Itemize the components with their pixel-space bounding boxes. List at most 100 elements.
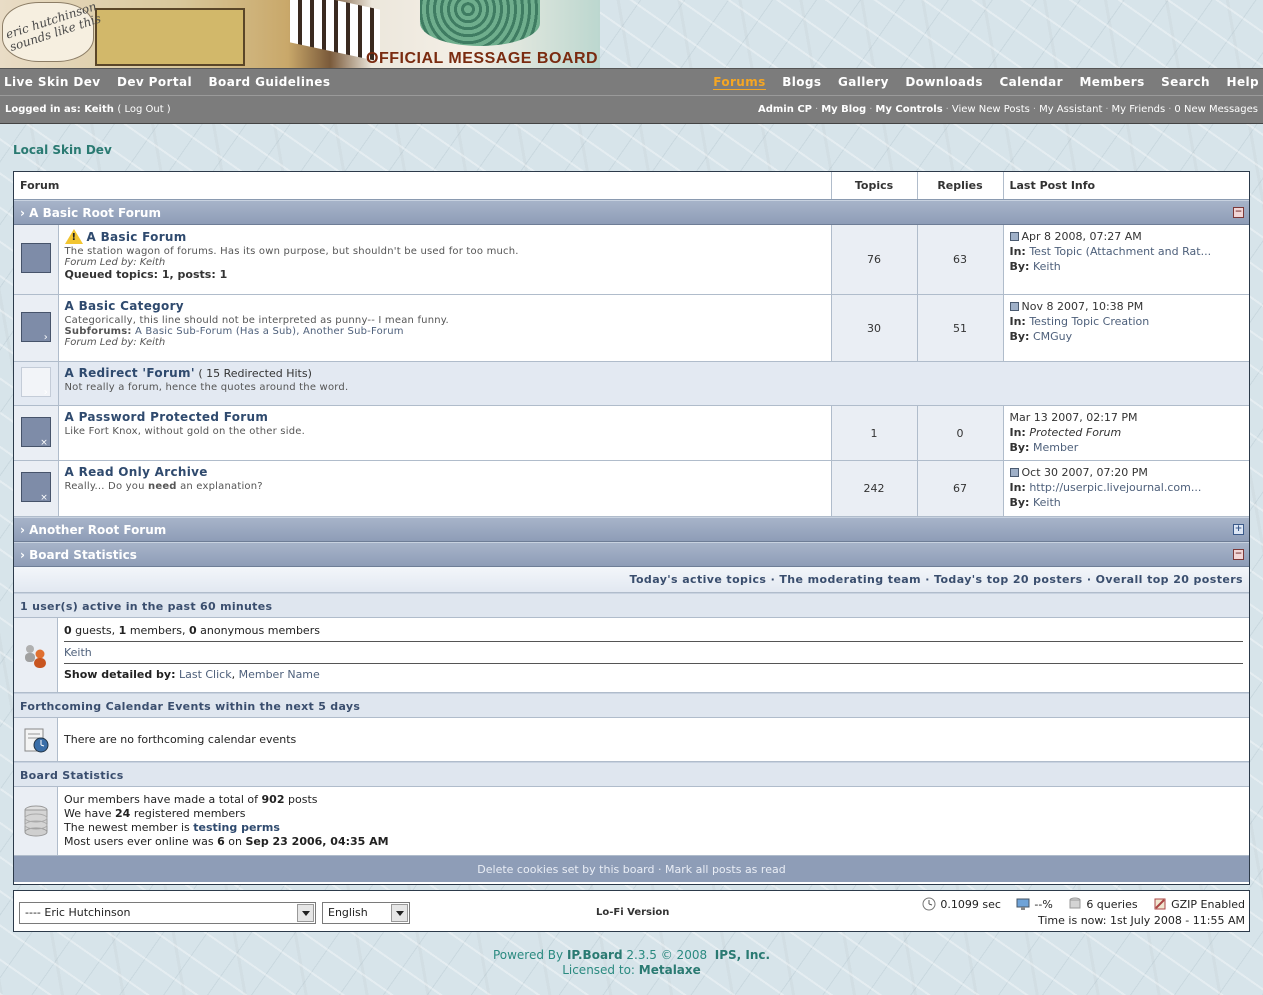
nav-link-dev-portal[interactable]: Dev Portal (117, 75, 192, 89)
forum-title-link[interactable]: A Password Protected Forum (65, 410, 825, 424)
forum-title-link[interactable]: A Read Only Archive (65, 465, 825, 479)
skin-select[interactable]: ---- Eric Hutchinson (19, 902, 316, 924)
category-header-board-stats[interactable]: › Board Statistics − (14, 542, 1249, 567)
breadcrumb[interactable]: Local Skin Dev (13, 143, 112, 157)
my-friends-link[interactable]: My Friends (1112, 104, 1166, 115)
chevron-down-icon[interactable] (297, 904, 314, 922)
last-post-topic-link[interactable]: Test Topic (Attachment and Rat... (1029, 245, 1211, 258)
licensee: Metalaxe (638, 963, 701, 977)
last-post-icon[interactable] (1009, 302, 1019, 311)
board-stats-heading: Board Statistics (14, 762, 1249, 787)
last-post-author-link[interactable]: Member (1033, 441, 1078, 454)
active-users-counts: 0 guests, 1 members, 0 anonymous members (64, 624, 320, 637)
board-stats-body: Our members have made a total of 902 pos… (14, 787, 1249, 856)
last-post-date: Nov 8 2007, 10:38 PM (1021, 300, 1144, 313)
category-header-another-root[interactable]: › Another Root Forum + (14, 517, 1249, 542)
nav-link-downloads[interactable]: Downloads (905, 75, 983, 89)
last-post-author-link[interactable]: CMGuy (1033, 330, 1072, 343)
lofi-version-link[interactable]: Lo-Fi Version (596, 907, 669, 918)
in-label: In: (1009, 244, 1026, 258)
sort-last-click-link[interactable]: Last Click (179, 668, 232, 681)
forum-description: The station wagon of forums. Has its own… (64, 245, 519, 257)
sort-member-name-link[interactable]: Member Name (239, 668, 320, 681)
forum-title-link[interactable]: A Basic Forum (87, 230, 187, 244)
members-total: We have 24 registered members (64, 807, 246, 820)
username-link[interactable]: Keith (84, 104, 114, 115)
collapse-icon[interactable]: − (1233, 549, 1244, 560)
newest-member-link[interactable]: testing perms (193, 821, 280, 834)
forum-board: Forum Topics Replies Last Post Info › A … (13, 171, 1250, 885)
last-post-info: Oct 30 2007, 07:20 PM In: http://userpic… (1002, 460, 1249, 517)
performance-info: 0.1099 sec --% 6 queries GZIP Enabled Ti… (910, 897, 1245, 927)
my-assistant-link[interactable]: My Assistant (1039, 104, 1102, 115)
category-title: › A Basic Root Forum (20, 205, 161, 220)
language-select[interactable]: English (322, 902, 410, 924)
topics-count: 1 (830, 405, 917, 461)
stats-links[interactable]: Today's active topics · The moderating t… (14, 567, 1249, 593)
last-post-topic-link[interactable]: http://userpic.livejournal.com... (1029, 481, 1201, 494)
powered-by: Powered By IP.Board 2.3.5 © 2008 IPS, In… (492, 948, 771, 977)
collapse-icon[interactable]: − (1233, 206, 1244, 218)
logout-link[interactable]: ( Log Out ) (117, 104, 170, 115)
board-stats-text: Our members have made a total of 902 pos… (58, 787, 1249, 855)
forum-info: A Basic Forum The station wagon of forum… (58, 224, 831, 295)
nav-link-search[interactable]: Search (1161, 75, 1210, 89)
new-messages-link[interactable]: 0 New Messages (1174, 104, 1258, 115)
banner-ornament (420, 0, 540, 46)
forum-info: A Password Protected Forum Like Fort Kno… (58, 405, 831, 461)
my-blog-link[interactable]: My Blog (821, 104, 866, 115)
last-post-info: Nov 8 2007, 10:38 PM In: Testing Topic C… (1002, 294, 1249, 362)
most-online: Most users ever online was 6 on Sep 23 2… (64, 835, 389, 848)
ips-link[interactable]: IPS, Inc. (715, 948, 770, 962)
nav-link-help[interactable]: Help (1227, 75, 1260, 89)
category-header-basic-root[interactable]: › A Basic Root Forum − (14, 199, 1249, 225)
queued-count: Queued topics: 1, posts: 1 (64, 267, 228, 281)
nav-link-calendar[interactable]: Calendar (999, 75, 1063, 89)
banner: eric hutchinson sounds like this OFFICIA… (0, 0, 1263, 68)
by-label: By: (1009, 259, 1030, 273)
nav-primary-row: Live Skin Dev Dev Portal Board Guideline… (0, 69, 1263, 96)
my-controls-link[interactable]: My Controls (875, 104, 942, 115)
query-count: 6 queries (1068, 897, 1138, 911)
forum-list: A Basic Forum The station wagon of forum… (14, 224, 1249, 517)
last-post-author-link[interactable]: Keith (1033, 496, 1061, 509)
chevron-down-icon[interactable] (391, 904, 408, 922)
board-footer-links[interactable]: Delete cookies set by this board · Mark … (14, 856, 1249, 882)
nav-right-links: Forums Blogs Gallery Downloads Calendar … (700, 75, 1260, 90)
nav-link-forums[interactable]: Forums (713, 75, 766, 90)
last-post-icon[interactable] (1009, 231, 1019, 241)
active-user-link[interactable]: Keith (64, 646, 92, 659)
nav-link-gallery[interactable]: Gallery (838, 75, 889, 89)
last-post-author-link[interactable]: Keith (1033, 260, 1061, 273)
ipboard-link[interactable]: IP.Board (567, 948, 623, 962)
gzip-icon (1154, 898, 1166, 910)
forum-table-header: Forum Topics Replies Last Post Info (14, 172, 1249, 200)
nav-link-blogs[interactable]: Blogs (782, 75, 821, 89)
nav-user-row: Logged in as: Keith ( Log Out ) Admin CP… (0, 97, 1263, 124)
forum-moderator: Forum Led by: Keith (64, 256, 166, 268)
forum-readonly-icon (20, 472, 51, 503)
expand-icon[interactable]: + (1233, 524, 1244, 535)
last-post-info: Mar 13 2007, 02:17 PM In: Protected Foru… (1002, 405, 1249, 461)
login-status: Logged in as: Keith ( Log Out ) (5, 104, 171, 115)
nav-link-board-guidelines[interactable]: Board Guidelines (209, 75, 331, 89)
last-post-icon[interactable] (1009, 468, 1019, 477)
skin-select-value: ---- Eric Hutchinson (25, 906, 131, 919)
nav-link-members[interactable]: Members (1079, 75, 1144, 89)
forum-title-link[interactable]: A Redirect 'Forum' (65, 366, 195, 380)
execution-time: 0.1099 sec (922, 897, 1001, 911)
subforum-links[interactable]: A Basic Sub-Forum (Has a Sub), Another S… (135, 326, 404, 337)
divider (64, 663, 1243, 664)
last-post-topic-link[interactable]: Testing Topic Creation (1029, 315, 1149, 328)
view-new-posts-link[interactable]: View New Posts (952, 104, 1030, 115)
replies-count: 63 (916, 224, 1003, 295)
nav-left-links: Live Skin Dev Dev Portal Board Guideline… (4, 75, 343, 89)
admin-cp-link[interactable]: Admin CP (758, 104, 812, 115)
topics-count: 242 (830, 460, 917, 517)
redirect-hits: ( 15 Redirected Hits) (198, 367, 312, 380)
forum-title-link[interactable]: A Basic Category (65, 299, 825, 313)
newest-member: The newest member is testing perms (64, 821, 280, 834)
topics-count: 30 (830, 294, 917, 362)
nav-link-live-skin-dev[interactable]: Live Skin Dev (4, 75, 100, 89)
main-navigation: Live Skin Dev Dev Portal Board Guideline… (0, 68, 1263, 124)
